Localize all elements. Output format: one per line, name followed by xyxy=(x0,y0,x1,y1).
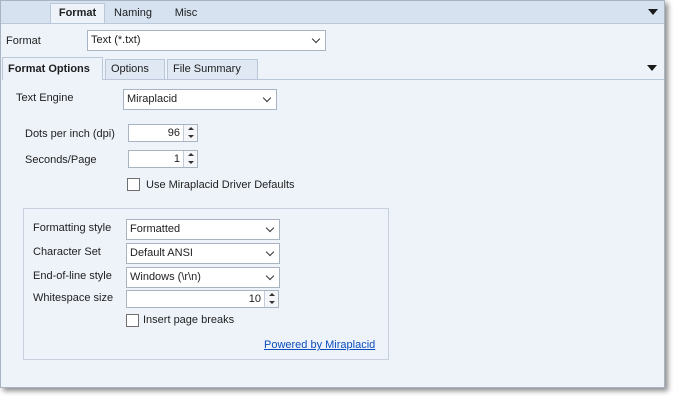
top-tab-strip: Format Naming Misc xyxy=(1,1,664,24)
format-select-value: Text (*.txt) xyxy=(91,34,141,46)
dpi-label: Dots per inch (dpi) xyxy=(25,128,115,140)
dialog-window: Format Naming Misc Format Text (*.txt) F… xyxy=(0,0,665,388)
format-label: Format xyxy=(6,35,41,47)
sub-tab-strip: Format Options Options File Summary xyxy=(2,57,664,80)
spin-down-icon[interactable] xyxy=(184,159,197,167)
seconds-page-label: Seconds/Page xyxy=(25,154,97,166)
tab-format-options[interactable]: Format Options xyxy=(2,57,103,80)
seconds-page-stepper[interactable]: 1 xyxy=(128,150,198,168)
powered-by-link[interactable]: Powered by Miraplacid xyxy=(264,339,375,351)
formatting-group-box: Formatting style Formatted Character Set… xyxy=(23,208,389,360)
whitespace-size-stepper[interactable]: 10 xyxy=(126,290,279,308)
text-engine-label: Text Engine xyxy=(16,92,74,104)
format-select[interactable]: Text (*.txt) xyxy=(87,30,326,51)
chevron-down-icon xyxy=(265,271,275,281)
eol-style-select[interactable]: Windows (\r\n) xyxy=(126,267,280,288)
chevron-down-icon xyxy=(265,247,275,257)
chevron-down-icon xyxy=(311,34,321,44)
chevron-down-icon xyxy=(265,223,275,233)
tab-file-summary[interactable]: File Summary xyxy=(167,59,258,79)
tab-misc[interactable]: Misc xyxy=(165,4,207,23)
expand-arrow-icon[interactable] xyxy=(648,9,658,15)
eol-style-label: End-of-line style xyxy=(33,270,112,282)
dpi-spin-buttons xyxy=(183,125,197,141)
page-breaks-checkbox[interactable] xyxy=(126,314,139,327)
formatting-style-label: Formatting style xyxy=(33,222,112,234)
driver-defaults-label: Use Miraplacid Driver Defaults xyxy=(146,179,295,191)
spin-down-icon[interactable] xyxy=(184,133,197,141)
page-breaks-label: Insert page breaks xyxy=(143,314,235,326)
driver-defaults-checkbox[interactable] xyxy=(127,178,140,191)
whitespace-spin-buttons xyxy=(264,291,278,307)
chevron-down-icon xyxy=(262,93,272,103)
text-engine-select[interactable]: Miraplacid xyxy=(123,89,277,110)
seconds-spin-buttons xyxy=(183,151,197,167)
dpi-stepper[interactable]: 96 xyxy=(128,124,198,142)
tab-options[interactable]: Options xyxy=(105,59,165,79)
tab-naming[interactable]: Naming xyxy=(108,4,158,23)
whitespace-size-value: 10 xyxy=(248,293,261,305)
expand-arrow-icon[interactable] xyxy=(647,65,657,71)
formatting-style-select[interactable]: Formatted xyxy=(126,219,280,240)
eol-style-value: Windows (\r\n) xyxy=(130,271,201,283)
text-engine-value: Miraplacid xyxy=(127,93,178,105)
spin-down-icon[interactable] xyxy=(265,299,278,307)
character-set-select[interactable]: Default ANSI xyxy=(126,243,280,264)
dpi-value: 96 xyxy=(167,127,180,139)
character-set-label: Character Set xyxy=(33,246,101,258)
whitespace-size-label: Whitespace size xyxy=(33,292,114,304)
tab-format[interactable]: Format xyxy=(50,3,105,23)
character-set-value: Default ANSI xyxy=(130,247,193,259)
seconds-page-value: 1 xyxy=(173,153,180,165)
formatting-style-value: Formatted xyxy=(130,223,181,235)
